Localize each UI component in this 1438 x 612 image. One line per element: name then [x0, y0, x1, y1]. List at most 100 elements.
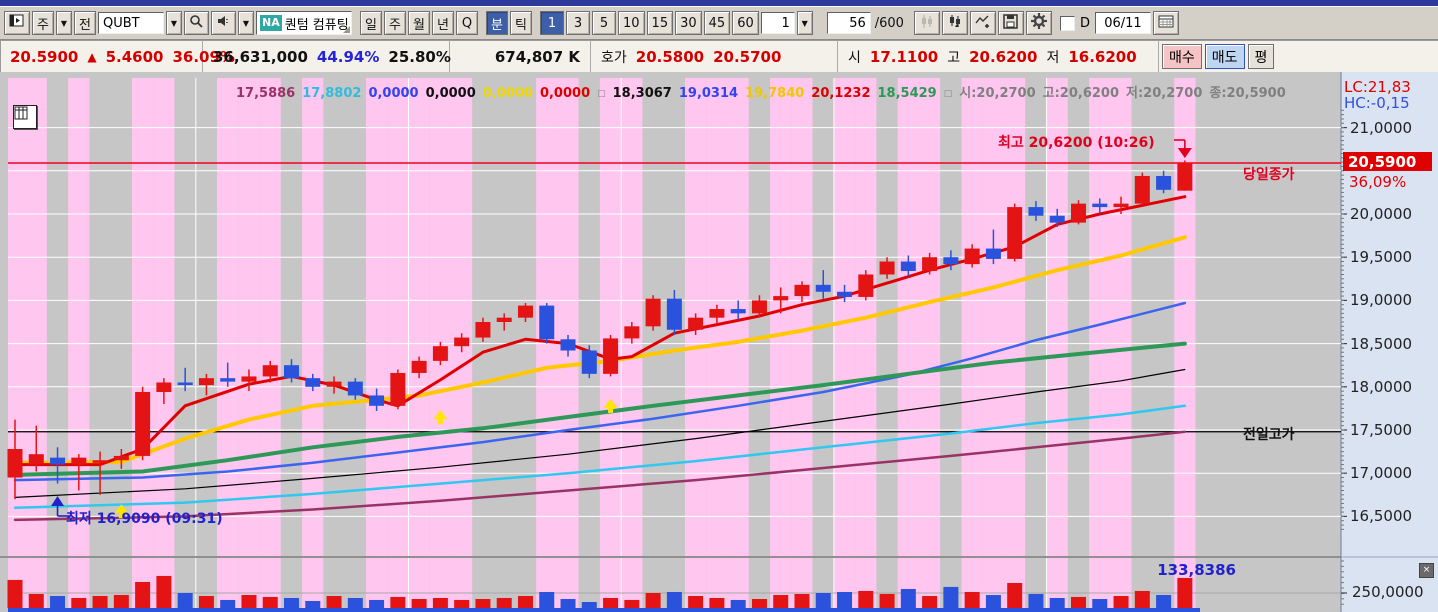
- grid-layout-button[interactable]: [13, 105, 37, 129]
- day-high-annotation: 최고 20,6200 (10:26): [998, 135, 1155, 151]
- interval-45-button[interactable]: 45: [703, 11, 731, 35]
- calendar-icon: [1158, 14, 1174, 32]
- volume: 36,631,000: [213, 47, 308, 66]
- indicator-info-line: 17,5886 17,8802 0,0000 0,0000 0,0000 0,0000 □ 1…: [236, 82, 1293, 101]
- interval-5-button[interactable]: 5: [592, 11, 616, 35]
- info-line-value: 18,5429: [877, 86, 937, 101]
- price-axis-tick-label: 20,0000: [1350, 205, 1413, 223]
- chevron-down-icon: ▼: [170, 18, 178, 28]
- turnover-percent: 25.80%: [388, 47, 451, 66]
- sell-button[interactable]: 매도: [1204, 44, 1245, 69]
- current-price-box: 20,5900: [1343, 152, 1432, 171]
- volume-ratio: 44.94%: [316, 47, 380, 66]
- sound-dropdown-button[interactable]: ▼: [238, 11, 254, 35]
- info-line-value: 19,0314: [678, 86, 739, 101]
- info-line-value: 0,0000: [482, 86, 533, 101]
- d-checkbox[interactable]: [1059, 15, 1075, 31]
- buy-button[interactable]: 매수: [1162, 44, 1202, 69]
- save-icon: [1003, 13, 1019, 33]
- high-label: 고: [947, 49, 961, 66]
- price-axis-tick-label: 19,0000: [1350, 291, 1413, 310]
- ask-price: 20.5800: [635, 47, 705, 66]
- price-axis-tick-label: 19,5000: [1350, 248, 1413, 267]
- trendline-add-icon: [975, 14, 991, 33]
- info-line-value: 종:20,5900: [1209, 86, 1286, 101]
- quote-row: 20.5900 ▲ 5.4600 36.09% 36,631,000 44.94…: [0, 40, 1438, 74]
- open-price: 17.1100: [869, 47, 939, 66]
- close-icon[interactable]: ×: [1419, 563, 1434, 578]
- period-year-button[interactable]: 년: [432, 11, 454, 35]
- frame-dropdown-button[interactable]: ▼: [56, 11, 72, 35]
- candle-edit-button[interactable]: [941, 11, 968, 35]
- window-layout-icon: [9, 14, 25, 32]
- prev-symbol-button[interactable]: 전: [74, 11, 96, 35]
- stock-name: 퀀텀 컴퓨팅: [284, 17, 349, 33]
- symbol-dropdown-button[interactable]: ▼: [166, 11, 182, 35]
- price-axis-tick-label: 17,5000: [1350, 421, 1413, 439]
- axis-change-percent: 36,09%: [1349, 173, 1407, 191]
- bid-price: 20.5700: [713, 47, 782, 66]
- chart-region: 17,5886 17,8802 0,0000 0,0000 0,0000 0,0000 □ 1…: [0, 72, 1438, 612]
- interval-30-button[interactable]: 30: [675, 11, 702, 35]
- price-change: 5.4600: [105, 47, 164, 66]
- custom-interval-input[interactable]: 1: [760, 12, 795, 34]
- minute-mode-button[interactable]: 분: [486, 11, 508, 35]
- info-line-value: 17,8802: [302, 86, 362, 101]
- interval-3-button[interactable]: 3: [566, 11, 590, 35]
- period-week-button[interactable]: 주: [384, 11, 406, 35]
- limit-floor-label: HC:-0,15: [1344, 94, 1410, 112]
- frame-button[interactable]: 주: [32, 11, 54, 35]
- volume-axis-label: 250,0000: [1352, 583, 1424, 601]
- stock-name-field[interactable]: NA 퀀텀 컴퓨팅: [256, 11, 352, 35]
- symbol-input[interactable]: QUBT: [98, 12, 164, 34]
- calendar-button[interactable]: [1152, 11, 1179, 35]
- quote-price-cell: 20.5900 ▲ 5.4600 36.09%: [0, 40, 235, 73]
- candlestick-chart[interactable]: [0, 72, 1438, 612]
- info-line-value: 20,1232: [811, 86, 871, 101]
- sound-button[interactable]: [211, 11, 236, 35]
- period-day-button[interactable]: 일: [360, 11, 382, 35]
- quote-value-cell: 674,807 K: [450, 40, 591, 73]
- window-layout-button[interactable]: [4, 11, 30, 35]
- interval-60-button[interactable]: 60: [732, 11, 759, 35]
- date-input[interactable]: 06/11: [1094, 12, 1151, 34]
- day-low-annotation: 최저 16,9090 (09:31): [66, 511, 223, 527]
- up-triangle-icon: ▲: [87, 49, 97, 64]
- price-axis-tick-label: 18,0000: [1350, 377, 1413, 396]
- interval-1-button[interactable]: 1: [540, 11, 564, 35]
- trendline-add-button[interactable]: [969, 11, 996, 35]
- chevron-down-icon: ▼: [60, 18, 68, 28]
- quote-hoga-cell: 호가 20.5800 20.5700: [591, 40, 838, 73]
- today-close-label: 당일종가: [1243, 167, 1295, 183]
- avg-button[interactable]: 평: [1247, 44, 1275, 69]
- info-line-value: □: [943, 88, 953, 99]
- info-line-value: 저:20,2700: [1126, 86, 1203, 101]
- hoga-label: 호가: [601, 49, 627, 66]
- bar-position-input[interactable]: 56: [826, 12, 871, 34]
- save-button[interactable]: [997, 11, 1024, 35]
- open-label: 시: [848, 49, 861, 66]
- interval-15-button[interactable]: 15: [646, 11, 674, 35]
- price-axis-tick-label: 17,0000: [1350, 464, 1413, 483]
- bar-total-label: /600: [874, 15, 904, 31]
- custom-interval-dropdown[interactable]: ▼: [796, 11, 813, 35]
- symbol-search-button[interactable]: [184, 11, 209, 35]
- market-badge: NA: [260, 15, 282, 31]
- gear-icon: [1030, 13, 1047, 33]
- resize-grip[interactable]: [343, 26, 350, 33]
- trading-window: 주 ▼ 전 QUBT ▼ ▼ NA 퀀텀 컴퓨팅 일 주 월 년 Q 분 틱 1…: [0, 0, 1438, 612]
- interval-10-button[interactable]: 10: [618, 11, 645, 35]
- volume-indicator-value: 133,8386: [1157, 561, 1236, 579]
- period-quarter-button[interactable]: Q: [456, 11, 478, 35]
- candlestick-add-icon: [947, 14, 963, 33]
- period-month-button[interactable]: 월: [408, 11, 430, 35]
- settings-button[interactable]: [1025, 11, 1052, 35]
- search-icon: [189, 14, 204, 33]
- trade-value: 674,807 K: [494, 47, 580, 66]
- info-line-value: 시:20,2700: [959, 86, 1036, 101]
- low-label: 저: [1046, 49, 1060, 66]
- info-line-value: 0,0000: [368, 86, 419, 101]
- price-axis-tick-label: 21,0000: [1350, 118, 1413, 137]
- candle-style-off-button[interactable]: [913, 11, 940, 35]
- tick-mode-button[interactable]: 틱: [510, 11, 532, 35]
